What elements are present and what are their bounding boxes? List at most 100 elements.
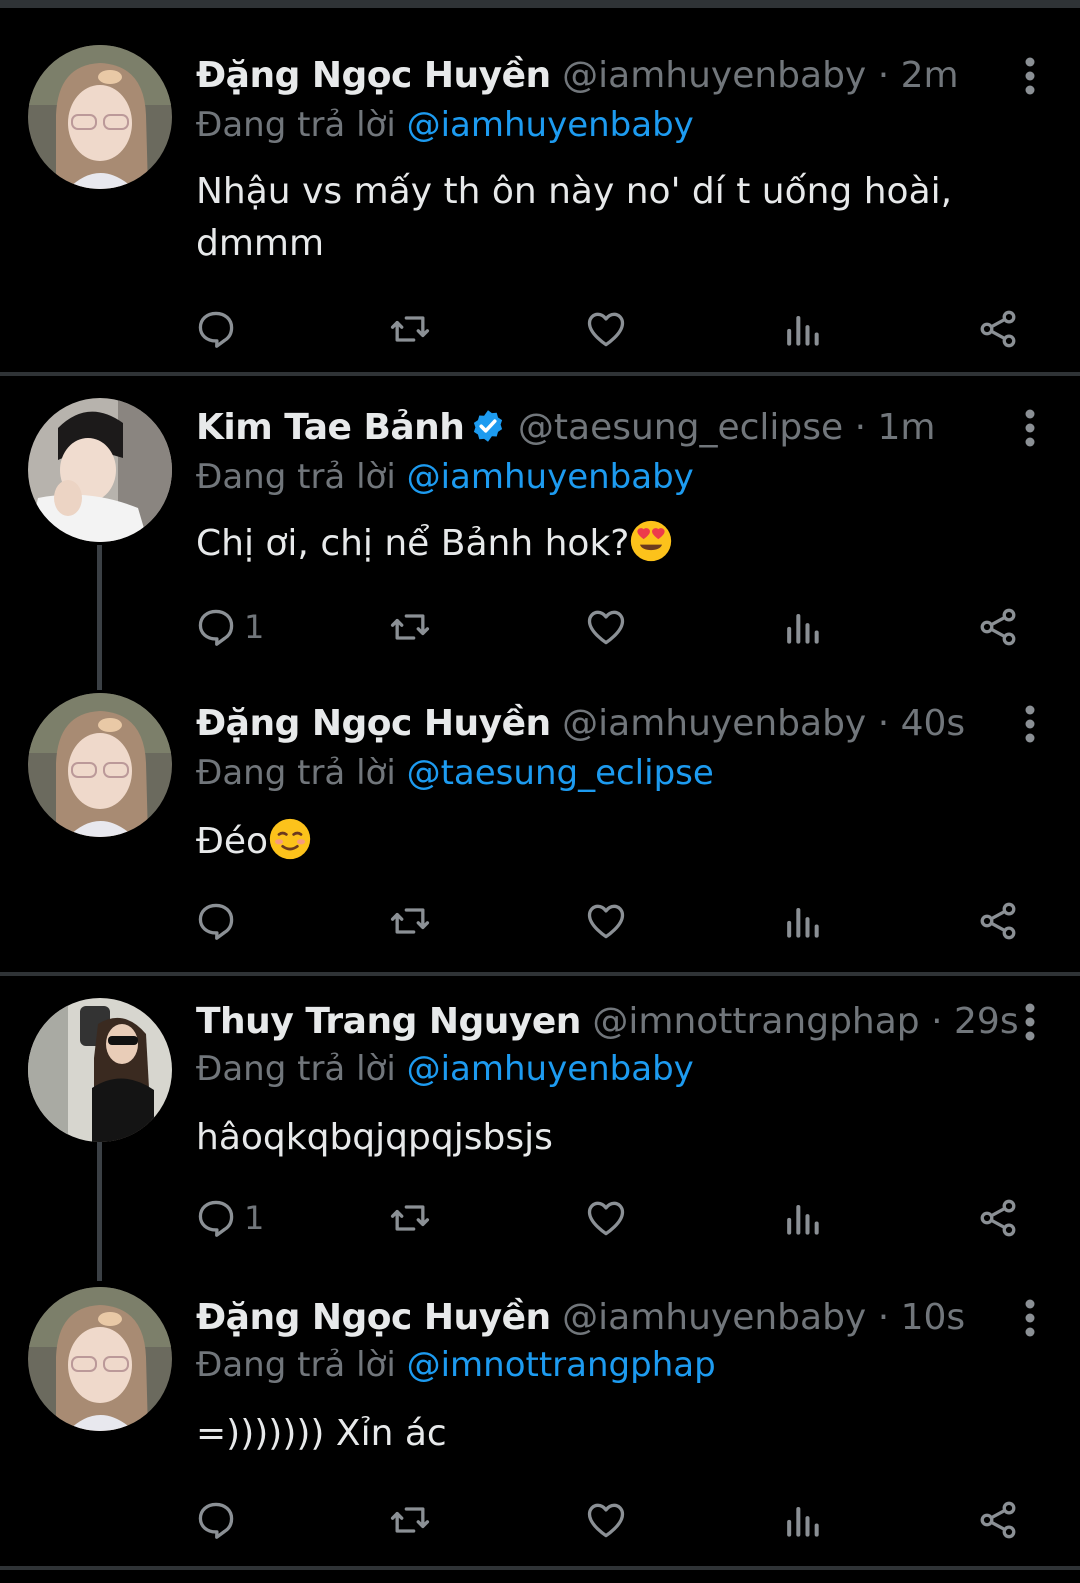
retweet-button[interactable] [388, 1194, 432, 1242]
views-button[interactable] [780, 1194, 824, 1242]
views-button[interactable] [780, 1496, 824, 1544]
heart-icon [587, 904, 625, 939]
tweet[interactable]: Thuy Trang Nguyen @imnottrangphap · 29s … [0, 976, 1080, 1274]
reply-icon [198, 1200, 234, 1237]
reply-button[interactable] [194, 897, 244, 945]
more-options-icon[interactable] [1018, 1298, 1042, 1338]
timestamp[interactable]: 1m [878, 407, 936, 448]
avatar[interactable] [28, 45, 172, 189]
tweet-actions [190, 1496, 1040, 1544]
mention-link[interactable]: @iamhuyenbaby [407, 1049, 694, 1089]
more-options-icon[interactable] [1018, 1002, 1042, 1042]
display-name[interactable]: Đặng Ngọc Huyền [196, 1297, 551, 1338]
reply-count: 1 [244, 1199, 265, 1237]
avatar[interactable] [28, 1287, 172, 1431]
reply-icon [198, 1502, 234, 1539]
verified-badge-icon [474, 410, 503, 442]
share-button[interactable] [976, 305, 1020, 353]
retweet-button[interactable] [388, 603, 432, 651]
mention-link[interactable]: @iamhuyenbaby [407, 457, 694, 497]
separator-dot: · [854, 407, 867, 448]
views-button[interactable] [780, 305, 824, 353]
tweet[interactable]: Đặng Ngọc Huyền @iamhuyenbaby · 40s Đang… [0, 676, 1080, 974]
like-button[interactable] [584, 1496, 628, 1544]
display-name[interactable]: Thuy Trang Nguyen [196, 1001, 581, 1042]
mention-link[interactable]: @imnottrangphap [407, 1345, 716, 1385]
views-button[interactable] [780, 603, 824, 651]
mention-link[interactable]: @iamhuyenbaby [407, 105, 694, 145]
tweet-actions: 1 [190, 1194, 1040, 1242]
avatar-image [28, 1287, 172, 1431]
replying-to-label: Đang trả lời [196, 753, 396, 793]
like-button[interactable] [584, 1194, 628, 1242]
tweet-header: Đặng Ngọc Huyền @iamhuyenbaby · 10s [196, 1294, 965, 1342]
replying-to-label: Đang trả lời [196, 105, 396, 145]
user-handle[interactable]: @iamhuyenbaby [562, 55, 866, 96]
tweet-text: =))))))) Xỉn ác [196, 1408, 996, 1460]
tweet[interactable]: Đặng Ngọc Huyền @iamhuyenbaby · 10s Đang… [0, 1274, 1080, 1564]
reply-count: 1 [244, 608, 265, 646]
display-name[interactable]: Kim Tae Bảnh [196, 407, 465, 448]
tweet-header: Đặng Ngọc Huyền @iamhuyenbaby · 40s [196, 700, 965, 748]
share-button[interactable] [976, 1496, 1020, 1544]
user-handle[interactable]: @iamhuyenbaby [562, 703, 866, 744]
tweet[interactable]: Kim Tae Bảnh @taesung_eclipse · 1m Đang … [0, 376, 1080, 676]
retweet-button[interactable] [388, 1496, 432, 1544]
analytics-icon [787, 315, 819, 346]
like-button[interactable] [584, 897, 628, 945]
timestamp[interactable]: 2m [901, 55, 959, 96]
more-options-icon[interactable] [1018, 408, 1042, 448]
tweet-header: Thuy Trang Nguyen @imnottrangphap · 29s [196, 998, 1019, 1046]
tweet-text: Chị ơi, chị nể Bảnh hok? [196, 518, 996, 570]
reply-button[interactable] [194, 305, 244, 353]
replying-to: Đang trả lời @imnottrangphap [196, 1342, 716, 1388]
share-button[interactable] [976, 1194, 1020, 1242]
heart-icon [587, 610, 625, 645]
replying-to: Đang trả lời @iamhuyenbaby [196, 102, 694, 148]
share-icon [980, 1199, 1016, 1237]
reply-button[interactable]: 1 [194, 1194, 264, 1242]
tweet-text-line: Nhậu vs mấy th ôn này no' dí t uống hoài… [196, 171, 953, 212]
retweet-button[interactable] [388, 897, 432, 945]
heart-icon [587, 1503, 625, 1538]
share-icon [980, 902, 1016, 940]
timestamp[interactable]: 10s [901, 1297, 966, 1338]
tweet-divider [0, 1566, 1080, 1570]
avatar[interactable] [28, 998, 172, 1142]
like-button[interactable] [584, 305, 628, 353]
retweet-button[interactable] [388, 305, 432, 353]
separator-dot: · [877, 1297, 890, 1338]
separator-dot: · [877, 703, 890, 744]
like-button[interactable] [584, 603, 628, 651]
avatar-image [28, 45, 172, 189]
tweet-actions [190, 305, 1040, 353]
avatar[interactable] [28, 693, 172, 837]
display-name[interactable]: Đặng Ngọc Huyền [196, 55, 551, 96]
reply-button[interactable] [194, 1496, 244, 1544]
share-icon [980, 1501, 1016, 1539]
tweet-header: Đặng Ngọc Huyền @iamhuyenbaby · 2m [196, 52, 959, 100]
user-handle[interactable]: @imnottrangphap [592, 1001, 919, 1042]
smiling-blush-emoji [269, 818, 311, 860]
mention-link[interactable]: @taesung_eclipse [407, 753, 714, 793]
display-name[interactable]: Đặng Ngọc Huyền [196, 703, 551, 744]
tweet-text: Nhậu vs mấy th ôn này no' dí t uống hoài… [196, 166, 996, 270]
analytics-icon [787, 1506, 819, 1537]
views-button[interactable] [780, 897, 824, 945]
retweet-icon [390, 614, 430, 640]
avatar[interactable] [28, 398, 172, 542]
tweet-actions [190, 897, 1040, 945]
heart-icon [587, 1201, 625, 1236]
timestamp[interactable]: 29s [954, 1001, 1019, 1042]
more-options-icon[interactable] [1018, 704, 1042, 744]
share-button[interactable] [976, 897, 1020, 945]
replying-to: Đang trả lời @taesung_eclipse [196, 750, 714, 796]
more-options-icon[interactable] [1018, 56, 1042, 96]
analytics-icon [787, 1204, 819, 1235]
tweet[interactable]: Đặng Ngọc Huyền @iamhuyenbaby · 2m Đang … [0, 0, 1080, 372]
user-handle[interactable]: @iamhuyenbaby [562, 1297, 866, 1338]
timestamp[interactable]: 40s [901, 703, 966, 744]
share-button[interactable] [976, 603, 1020, 651]
user-handle[interactable]: @taesung_eclipse [518, 407, 843, 448]
reply-button[interactable]: 1 [194, 603, 264, 651]
